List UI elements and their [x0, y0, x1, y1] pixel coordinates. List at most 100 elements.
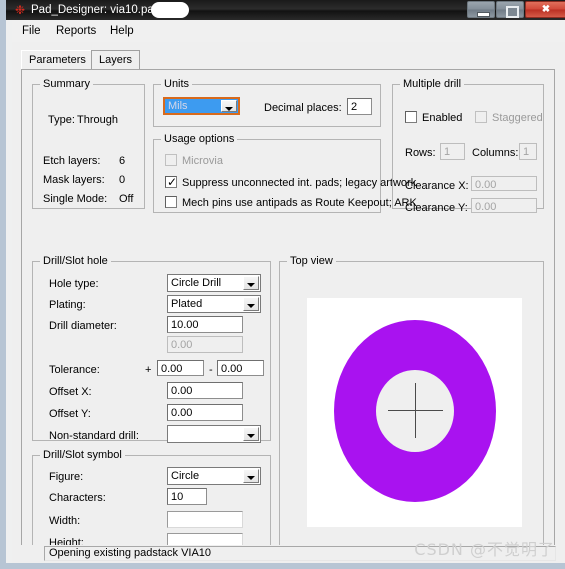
- summary-type-value: Through: [77, 114, 118, 126]
- mech-pins-label: Mech pins use antipads as Route Keepout;…: [182, 197, 417, 209]
- summary-group: Summary Type: Through Etch layers: 6 Mas…: [32, 78, 145, 209]
- columns-input[interactable]: 1: [519, 143, 537, 160]
- crosshair-vertical-icon: [415, 383, 416, 438]
- width-input[interactable]: [167, 511, 243, 528]
- parameters-page: Summary Type: Through Etch layers: 6 Mas…: [21, 69, 555, 558]
- plating-label: Plating:: [49, 299, 86, 311]
- multiple-drill-group: Multiple drill Enabled Staggered Rows: 1…: [392, 78, 544, 214]
- figure-combo[interactable]: Circle: [167, 467, 261, 485]
- window-controls: ✖: [466, 1, 565, 18]
- staggered-label: Staggered: [492, 112, 543, 124]
- menu-item-file[interactable]: File: [18, 24, 45, 39]
- hole-type-value: Circle Drill: [171, 277, 222, 289]
- summary-etch-value: 6: [119, 155, 126, 167]
- chevron-down-icon[interactable]: [243, 469, 259, 483]
- figure-label: Figure:: [49, 471, 84, 483]
- status-bar: Opening existing padstack VIA10: [12, 545, 565, 563]
- figure-value: Circle: [171, 470, 200, 482]
- non-standard-drill-label: Non-standard drill:: [49, 430, 139, 442]
- units-combo-value: Mils: [168, 100, 188, 112]
- client-area: Parameters Layers Summary Type: Through …: [12, 42, 565, 563]
- chevron-down-icon[interactable]: [243, 297, 259, 311]
- tolerance-plus-input[interactable]: 0.00: [157, 360, 204, 376]
- window-frame: ❉ Pad_Designer: via10.pad ✖ File Reports…: [0, 0, 565, 569]
- menu-item-reports[interactable]: Reports: [52, 24, 100, 39]
- decimal-places-label: Decimal places:: [264, 102, 342, 114]
- offset-x-label: Offset X:: [49, 386, 92, 398]
- application-window: ❉ Pad_Designer: via10.pad ✖ File Reports…: [0, 0, 565, 569]
- suppress-unconnected-label: Suppress unconnected int. pads; legacy a…: [182, 177, 417, 189]
- clearance-y-input[interactable]: 0.00: [471, 198, 537, 213]
- tab-layers[interactable]: Layers: [91, 50, 141, 69]
- maximize-icon: [506, 6, 519, 18]
- summary-single-mode-label: Single Mode:: [43, 193, 108, 205]
- offset-y-label: Offset Y:: [49, 408, 91, 420]
- drill-diameter-secondary-input[interactable]: 0.00: [167, 336, 243, 353]
- summary-mask-label: Mask layers:: [43, 174, 105, 186]
- units-combo[interactable]: Mils: [163, 97, 240, 115]
- tolerance-minus-input[interactable]: 0.00: [217, 360, 264, 376]
- chevron-down-icon[interactable]: [243, 427, 259, 441]
- maximize-button[interactable]: [496, 1, 524, 18]
- decimal-places-input[interactable]: 2: [347, 98, 372, 115]
- offset-x-input[interactable]: 0.00: [167, 382, 243, 399]
- plating-combo[interactable]: Plated: [167, 295, 261, 313]
- units-legend: Units: [161, 78, 193, 91]
- plating-value: Plated: [171, 298, 203, 310]
- minimize-button[interactable]: [467, 1, 495, 18]
- top-view-canvas[interactable]: [307, 298, 522, 527]
- units-group: Units Mils Decimal places: 2: [153, 78, 381, 127]
- app-icon: ❉: [14, 3, 26, 17]
- staggered-checkbox: [475, 111, 487, 123]
- clearance-y-label: Clearance Y:: [405, 202, 468, 214]
- hole-type-label: Hole type:: [49, 278, 99, 290]
- chevron-down-icon[interactable]: [221, 100, 237, 112]
- characters-input[interactable]: 10: [167, 488, 207, 505]
- summary-legend: Summary: [40, 78, 94, 91]
- clearance-x-input[interactable]: 0.00: [471, 176, 537, 191]
- check-icon: ✓: [167, 175, 178, 189]
- top-view-legend: Top view: [287, 255, 336, 268]
- minimize-icon: [477, 12, 490, 17]
- window-title: Pad_Designer: via10.pad: [31, 4, 161, 16]
- top-view-group: Top view: [279, 255, 544, 558]
- tab-parameters[interactable]: Parameters: [21, 50, 94, 69]
- drill-diameter-input[interactable]: 10.00: [167, 316, 243, 333]
- microvia-checkbox: [165, 154, 177, 166]
- close-button[interactable]: ✖: [525, 1, 565, 18]
- tolerance-minus-sign: -: [209, 364, 213, 376]
- rows-input[interactable]: 1: [440, 143, 465, 160]
- multiple-drill-enabled-checkbox[interactable]: [405, 111, 417, 123]
- hole-type-combo[interactable]: Circle Drill: [167, 274, 261, 292]
- clearance-x-label: Clearance X:: [405, 180, 469, 192]
- drill-diameter-label: Drill diameter:: [49, 320, 117, 332]
- usage-options-legend: Usage options: [161, 133, 238, 146]
- close-icon: ✖: [541, 4, 551, 15]
- drill-slot-symbol-group: Drill/Slot symbol Figure: Circle Charact…: [32, 449, 271, 558]
- mech-pins-checkbox[interactable]: [165, 196, 177, 208]
- summary-single-mode-value: Off: [119, 193, 134, 205]
- non-standard-drill-combo[interactable]: [167, 425, 261, 443]
- drill-slot-hole-group: Drill/Slot hole Hole type: Circle Drill …: [32, 255, 271, 443]
- characters-label: Characters:: [49, 492, 106, 504]
- title-bar: ❉ Pad_Designer: via10.pad ✖: [6, 0, 565, 20]
- chevron-down-icon[interactable]: [243, 276, 259, 290]
- usage-options-group: Usage options Microvia ✓ Suppress unconn…: [153, 133, 417, 213]
- summary-type-label: Type:: [48, 114, 75, 126]
- status-message: Opening existing padstack VIA10: [44, 546, 556, 561]
- columns-label: Columns:: [472, 147, 519, 159]
- multiple-drill-enabled-label: Enabled: [422, 112, 463, 124]
- rows-label: Rows:: [405, 147, 436, 159]
- tolerance-plus-sign: +: [145, 364, 152, 376]
- tab-strip: Parameters Layers: [21, 50, 557, 70]
- summary-etch-label: Etch layers:: [43, 155, 101, 167]
- menu-bar: File Reports Help: [12, 20, 565, 43]
- suppress-unconnected-checkbox[interactable]: ✓: [165, 175, 178, 189]
- offset-y-input[interactable]: 0.00: [167, 404, 243, 421]
- multiple-drill-legend: Multiple drill: [400, 78, 465, 91]
- width-label: Width:: [49, 515, 81, 527]
- drill-slot-symbol-legend: Drill/Slot symbol: [40, 449, 125, 462]
- menu-item-help[interactable]: Help: [106, 24, 138, 39]
- redaction-blob: [151, 2, 189, 18]
- tolerance-label: Tolerance:: [49, 364, 100, 376]
